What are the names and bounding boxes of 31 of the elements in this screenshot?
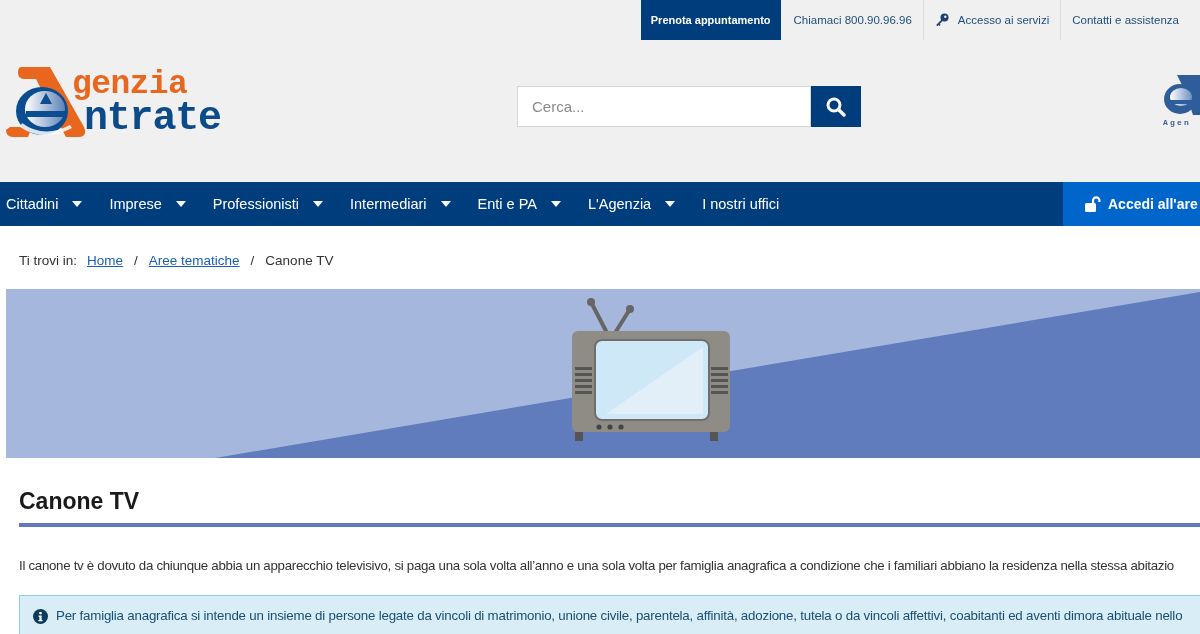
logo-text: ntrate [84, 100, 221, 137]
nav-menu-item[interactable]: Cittadini [0, 182, 83, 226]
appointment-button[interactable]: Prenota appuntamento [640, 0, 781, 40]
emblem-caption: Agen [1163, 118, 1191, 127]
page-title: Canone TV [19, 487, 140, 516]
top-bar-link[interactable]: Contatti e assistenza [1060, 0, 1190, 40]
breadcrumb-separator: / [250, 253, 255, 268]
unlocked-padlock-icon [1085, 196, 1101, 212]
emblem-icon [1163, 75, 1200, 115]
top-bar-link[interactable]: Chiamaci 800.90.96.96 [782, 0, 923, 40]
breadcrumb-separator: / [134, 253, 138, 268]
search-icon [826, 96, 846, 117]
logo-text: genzia [72, 70, 188, 100]
breadcrumb-link[interactable]: Aree tematiche [148, 253, 240, 268]
search-button[interactable] [811, 86, 861, 127]
search-field[interactable]: Cerca... [517, 86, 811, 127]
nav-menu-item[interactable]: L'Agenzia [587, 182, 676, 226]
nav-menu-item[interactable]: Imprese [109, 182, 186, 226]
top-bar-link[interactable]: Accesso ai servizi [922, 0, 1061, 40]
key-icon [934, 13, 949, 27]
breadcrumb-link[interactable]: Home [87, 253, 124, 268]
login-button[interactable]: Accedi all'are [1063, 182, 1200, 226]
nav-menu-item[interactable]: I nostri uffici [702, 182, 780, 226]
nav-menu-item[interactable]: Intermediari [350, 182, 451, 226]
nav-menu-item[interactable]: Professionisti [212, 182, 323, 226]
nav-menu-item[interactable]: Enti e PA [477, 182, 561, 226]
breadcrumb-current: Canone TV [265, 253, 334, 268]
info-text: Per famiglia anagrafica si intende un insieme di persone legate da vincoli di matrimonio, unione civile, parentela, affinità, adozione, tutela o da vincoli affettivi, coabitanti ed aventi dimora abituale nello [56, 607, 1183, 625]
breadcrumb-label: Ti trovi in: [19, 253, 77, 268]
intro-paragraph: Il canone tv è dovuto da chiunque abbia un apparecchio televisivo, si paga una sola volta all’anno e una sola volta per famiglia anagrafica a condizione che i familiari abbiano la residenza nella stessa abitazio [19, 557, 1174, 575]
info-icon [33, 608, 48, 624]
